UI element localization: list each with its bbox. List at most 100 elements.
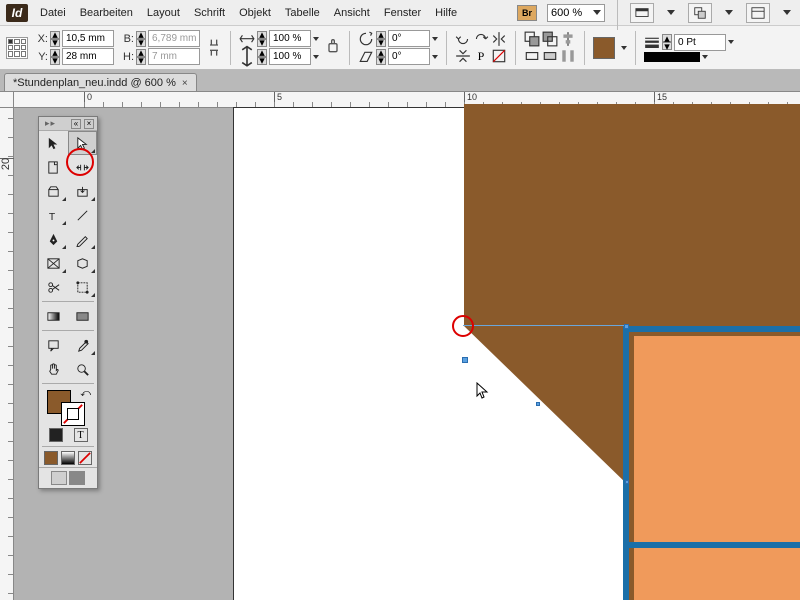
- menu-fenster[interactable]: Fenster: [384, 7, 421, 19]
- y-spinner[interactable]: ▴▾: [50, 49, 60, 65]
- content-collector-tool[interactable]: [39, 179, 68, 203]
- menu-objekt[interactable]: Objekt: [239, 7, 271, 19]
- gradient-swatch-tool[interactable]: [39, 304, 68, 328]
- dropdown-icon[interactable]: [621, 46, 627, 50]
- vertical-ruler[interactable]: 20: [0, 108, 14, 600]
- distribute-icon[interactable]: [560, 48, 576, 64]
- type-tool[interactable]: T: [39, 203, 68, 227]
- clear-transform-icon[interactable]: [491, 48, 507, 64]
- canvas[interactable]: [14, 108, 800, 600]
- menu-bearbeiten[interactable]: Bearbeiten: [80, 7, 133, 19]
- document-tab[interactable]: *Stundenplan_neu.indd @ 600 % ×: [4, 73, 197, 91]
- arrange-button[interactable]: [688, 3, 712, 23]
- anchor-handle[interactable]: [536, 402, 540, 406]
- pencil-tool[interactable]: [68, 227, 97, 251]
- menu-layout[interactable]: Layout: [147, 7, 180, 19]
- dropdown-icon[interactable]: [667, 10, 675, 15]
- zoom-level[interactable]: [547, 4, 605, 22]
- fill-swatch[interactable]: [593, 37, 615, 59]
- brown-rectangle[interactable]: [464, 104, 800, 326]
- w-spinner[interactable]: ▴▾: [136, 31, 146, 47]
- gap-tool[interactable]: [68, 155, 97, 179]
- dropdown-icon[interactable]: [725, 10, 733, 15]
- select-next-icon[interactable]: [542, 48, 558, 64]
- align-icon[interactable]: [560, 31, 576, 47]
- collapse-icon[interactable]: «: [71, 119, 81, 129]
- selection-tool[interactable]: [39, 131, 68, 155]
- anchor-handle[interactable]: [625, 480, 629, 484]
- workspace-button[interactable]: [746, 3, 770, 23]
- flip-v-icon[interactable]: [455, 48, 471, 64]
- x-input[interactable]: [63, 33, 113, 44]
- menu-tabelle[interactable]: Tabelle: [285, 7, 320, 19]
- stroke-color[interactable]: [61, 402, 85, 426]
- scale-y-input[interactable]: [270, 51, 310, 62]
- scissors-tool[interactable]: [39, 275, 68, 299]
- shear-input[interactable]: [389, 51, 429, 62]
- constrain-icon[interactable]: [206, 40, 222, 56]
- format-container-icon[interactable]: [44, 451, 58, 465]
- anchor-handle[interactable]: [462, 357, 468, 363]
- apply-gradient-icon[interactable]: [61, 451, 75, 465]
- apply-text-icon[interactable]: T: [74, 428, 88, 442]
- page-tool[interactable]: [39, 155, 68, 179]
- scale-y-icon: [239, 49, 255, 65]
- zoom-input[interactable]: [548, 7, 590, 19]
- scaley-spinner[interactable]: ▴▾: [257, 49, 267, 65]
- content-placer-tool[interactable]: [68, 179, 97, 203]
- menu-hilfe[interactable]: Hilfe: [435, 7, 457, 19]
- constrain-scale-icon[interactable]: [325, 40, 341, 56]
- preview-mode-icon[interactable]: [69, 471, 85, 485]
- rotate-ccw-icon[interactable]: [473, 31, 489, 47]
- dropdown-icon[interactable]: [593, 10, 601, 15]
- apply-none-icon[interactable]: [78, 451, 92, 465]
- zoom-tool[interactable]: [68, 357, 97, 381]
- reference-point[interactable]: [6, 37, 28, 59]
- h-spinner[interactable]: ▴▾: [136, 49, 146, 65]
- tools-panel[interactable]: ▸▸ « × T ⤺ T: [38, 116, 98, 489]
- line-tool[interactable]: [68, 203, 97, 227]
- eyedropper-tool[interactable]: [68, 333, 97, 357]
- tab-close-icon[interactable]: ×: [182, 78, 188, 89]
- gradient-feather-tool[interactable]: [68, 304, 97, 328]
- scale-x-input[interactable]: [270, 33, 310, 44]
- p-icon[interactable]: P: [473, 48, 489, 64]
- stroke-weight-icon: [644, 34, 660, 50]
- dropdown-icon[interactable]: [783, 10, 791, 15]
- annotation-circle: [452, 315, 474, 337]
- bridge-badge[interactable]: Br: [517, 5, 537, 21]
- free-transform-tool[interactable]: [68, 275, 97, 299]
- fill-stroke-proxy[interactable]: ⤺: [39, 386, 97, 426]
- hand-tool[interactable]: [39, 357, 68, 381]
- panel-header[interactable]: ▸▸ « ×: [39, 117, 97, 131]
- scalex-spinner[interactable]: ▴▾: [257, 31, 267, 47]
- flip-h-icon[interactable]: [491, 31, 507, 47]
- rectangle-frame-tool[interactable]: [39, 251, 68, 275]
- rotate-input[interactable]: [389, 33, 429, 44]
- screen-mode-button[interactable]: [630, 3, 654, 23]
- stroke-weight-input[interactable]: [675, 37, 725, 48]
- select-prev-icon[interactable]: [524, 48, 540, 64]
- h-input[interactable]: [149, 51, 199, 62]
- select-content-icon[interactable]: [542, 31, 558, 47]
- menu-datei[interactable]: Datei: [40, 7, 66, 19]
- pen-tool[interactable]: [39, 227, 68, 251]
- close-icon[interactable]: ×: [84, 119, 94, 129]
- direct-selection-tool[interactable]: [68, 131, 97, 155]
- y-input[interactable]: [63, 51, 113, 62]
- rectangle-tool[interactable]: [68, 251, 97, 275]
- note-tool[interactable]: [39, 333, 68, 357]
- swap-fill-stroke-icon[interactable]: ⤺: [80, 388, 91, 399]
- x-spinner[interactable]: ▴▾: [50, 31, 60, 47]
- brown-triangle[interactable]: [464, 326, 629, 486]
- normal-mode-icon[interactable]: [51, 471, 67, 485]
- anchor-handle[interactable]: [624, 324, 629, 329]
- w-input[interactable]: [149, 33, 199, 44]
- stroke-style[interactable]: [644, 52, 700, 62]
- select-container-icon[interactable]: [524, 31, 540, 47]
- menu-ansicht[interactable]: Ansicht: [334, 7, 370, 19]
- menu-schrift[interactable]: Schrift: [194, 7, 225, 19]
- rotate-cw-icon[interactable]: [455, 31, 471, 47]
- apply-color-icon[interactable]: [49, 428, 63, 442]
- grip-icon[interactable]: ▸▸: [45, 118, 56, 129]
